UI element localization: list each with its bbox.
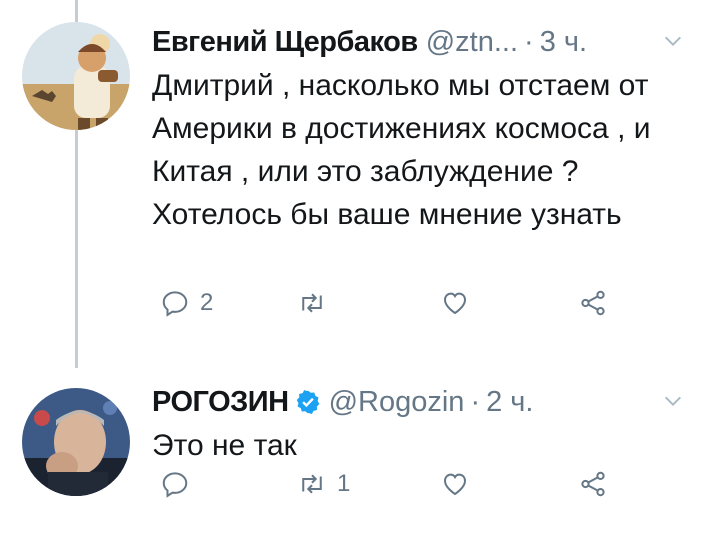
reply-button[interactable] <box>160 469 200 499</box>
verified-badge-icon <box>296 390 319 415</box>
chevron-down-icon[interactable] <box>662 30 684 52</box>
share-icon <box>581 290 605 316</box>
reply-icon <box>162 472 188 498</box>
reply-button[interactable]: 2 <box>160 288 213 318</box>
retweet-button[interactable]: 1 <box>297 469 350 499</box>
tweet-timestamp[interactable]: 2 ч. <box>486 386 533 419</box>
like-button[interactable] <box>440 469 470 499</box>
author-name[interactable]: Евгений Щербаков <box>152 26 418 59</box>
retweet-icon <box>302 474 322 494</box>
tweet-text: Дмитрий , насколько мы отстаем от Америк… <box>152 69 651 231</box>
tweet-header: Евгений Щербаков @ztn... · 3 ч. <box>152 22 700 62</box>
avatar-cartoon-image <box>22 22 130 130</box>
reply-icon <box>162 291 188 317</box>
author-handle[interactable]: @ztn... <box>426 26 518 59</box>
tweet-text: Это не так <box>152 429 297 462</box>
tweet-header: РОГОЗИН @Rogozin · 2 ч. <box>152 382 700 422</box>
tweet-content: РОГОЗИН @Rogozin · 2 ч. Это не так <box>152 382 700 467</box>
like-button[interactable] <box>440 288 470 318</box>
tweet-item[interactable]: Евгений Щербаков @ztn... · 3 ч. Дмитрий … <box>0 0 720 368</box>
chevron-down-icon[interactable] <box>662 390 684 412</box>
heart-icon <box>443 473 467 496</box>
heart-icon <box>443 292 467 315</box>
author-name[interactable]: РОГОЗИН <box>152 386 289 419</box>
retweet-button[interactable] <box>297 288 337 318</box>
tweet-content: Евгений Щербаков @ztn... · 3 ч. Дмитрий … <box>152 22 700 236</box>
retweet-icon <box>302 293 322 313</box>
avatar[interactable] <box>22 22 130 130</box>
tweet-timestamp[interactable]: 3 ч. <box>540 26 587 59</box>
avatar[interactable] <box>22 388 130 496</box>
reply-count: 2 <box>200 289 214 316</box>
author-handle[interactable]: @Rogozin <box>329 386 465 419</box>
share-icon <box>581 471 605 497</box>
separator-dot: · <box>524 25 534 58</box>
share-button[interactable] <box>578 288 608 318</box>
share-button[interactable] <box>578 469 608 499</box>
avatar-photo-image <box>22 388 130 496</box>
tweet-item[interactable]: РОГОЗИН @Rogozin · 2 ч. Это не так 1 <box>0 368 720 536</box>
retweet-count: 1 <box>337 470 351 497</box>
separator-dot: · <box>470 385 481 418</box>
